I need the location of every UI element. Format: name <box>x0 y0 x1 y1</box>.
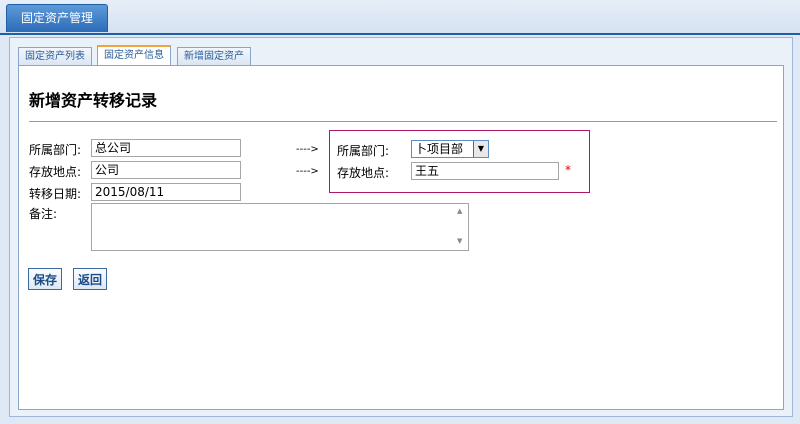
note-textarea[interactable]: ▲ ▼ <box>91 203 469 251</box>
module-tab-asset-management[interactable]: 固定资产管理 <box>6 4 108 32</box>
new-location-field[interactable]: 王五 <box>411 162 559 180</box>
new-location-label: 存放地点: <box>337 166 390 180</box>
save-button[interactable]: 保存 <box>28 268 63 290</box>
scroll-up-icon[interactable]: ▲ <box>457 207 462 215</box>
page-title: 新增资产转移记录 <box>29 91 158 110</box>
tab-asset-list[interactable]: 固定资产列表 <box>18 47 92 65</box>
chevron-down-icon[interactable]: ▼ <box>473 141 488 157</box>
new-dept-label: 所属部门: <box>337 144 390 158</box>
note-label: 备注: <box>29 207 58 221</box>
tab-new-asset[interactable]: 新增固定资产 <box>177 47 251 65</box>
main-panel: 固定资产列表 固定资产信息 新增固定资产 新增资产转移记录 所属部门: 总公司 … <box>9 37 793 417</box>
dept-label: 所属部门: <box>29 143 82 157</box>
header-bar: 固定资产管理 <box>0 0 800 35</box>
new-dept-value: 卜项目部 <box>415 142 464 156</box>
target-section: 所属部门: 卜项目部 ▼ 存放地点: 王五 * <box>329 130 590 193</box>
date-field[interactable]: 2015/08/11 <box>91 183 241 201</box>
dept-field[interactable]: 总公司 <box>91 139 241 157</box>
date-label: 转移日期: <box>29 187 82 201</box>
back-button[interactable]: 返回 <box>73 268 108 290</box>
location-label: 存放地点: <box>29 165 82 179</box>
note-scrollbar[interactable]: ▲ ▼ <box>454 204 468 248</box>
location-arrow: ----> <box>296 166 319 177</box>
required-mark: * <box>565 163 571 177</box>
divider <box>29 121 777 122</box>
new-dept-select[interactable]: 卜项目部 ▼ <box>411 140 489 158</box>
tab-asset-info[interactable]: 固定资产信息 <box>97 45 171 65</box>
form-content: 新增资产转移记录 所属部门: 总公司 ----> 存放地点: 公司 ----> … <box>18 65 784 410</box>
dept-arrow: ----> <box>296 144 319 155</box>
scroll-down-icon[interactable]: ▼ <box>457 237 462 245</box>
location-field[interactable]: 公司 <box>91 161 241 179</box>
